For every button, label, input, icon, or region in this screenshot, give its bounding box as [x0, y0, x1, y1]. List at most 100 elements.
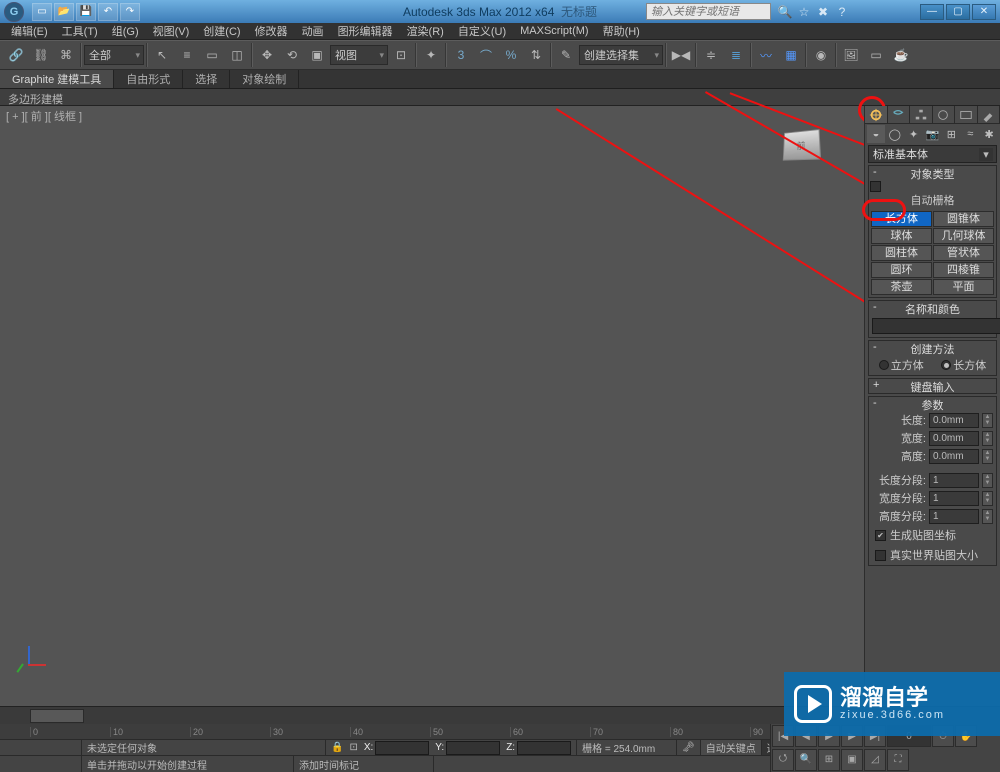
x-coord-input[interactable]: [375, 741, 429, 755]
infocenter-search-icon[interactable]: 🔍: [777, 4, 793, 20]
cat-cameras-icon[interactable]: 📷: [924, 125, 942, 143]
add-time-tag[interactable]: 添加时间标记: [294, 756, 434, 772]
qat-open-icon[interactable]: 📂: [54, 3, 74, 21]
menu-group[interactable]: 组(G): [105, 23, 146, 39]
display-tab-icon[interactable]: [955, 106, 978, 123]
graphite-tab-main[interactable]: Graphite 建模工具: [0, 70, 114, 88]
zoom-all-icon[interactable]: ⊞: [818, 749, 840, 771]
torus-button[interactable]: 圆环: [871, 262, 932, 278]
length-spinner[interactable]: 0.0mm: [929, 413, 979, 428]
cat-shapes-icon[interactable]: ◯: [886, 125, 904, 143]
material-editor-icon[interactable]: ◉: [809, 43, 833, 67]
isolate-icon[interactable]: ⊡: [349, 742, 357, 753]
link-icon[interactable]: 🔗: [4, 43, 28, 67]
move-icon[interactable]: ✥: [255, 43, 279, 67]
menu-custom[interactable]: 自定义(U): [451, 23, 513, 39]
utilities-tab-icon[interactable]: [978, 106, 1000, 123]
select-arrow-icon[interactable]: ↖: [150, 43, 174, 67]
mirror-icon[interactable]: ▶◀: [669, 43, 693, 67]
menu-create[interactable]: 创建(C): [196, 23, 247, 39]
qat-redo-icon[interactable]: ↷: [120, 3, 140, 21]
minimize-button[interactable]: —: [920, 4, 944, 20]
box-radio[interactable]: [941, 360, 951, 370]
cone-button[interactable]: 圆锥体: [933, 211, 994, 227]
cylinder-button[interactable]: 圆柱体: [871, 245, 932, 261]
qat-save-icon[interactable]: 💾: [76, 3, 96, 21]
layers-icon[interactable]: ≣: [724, 43, 748, 67]
schematic-icon[interactable]: ▦: [779, 43, 803, 67]
select-name-icon[interactable]: ≡: [175, 43, 199, 67]
edit-named-sel-icon[interactable]: ✎: [554, 43, 578, 67]
z-coord-input[interactable]: [517, 741, 571, 755]
zoom-extents-icon[interactable]: ▣: [841, 749, 863, 771]
select-region-icon[interactable]: ▭: [200, 43, 224, 67]
geosphere-button[interactable]: 几何球体: [933, 228, 994, 244]
auto-key-button[interactable]: 自动关键点: [706, 740, 756, 755]
pyramid-button[interactable]: 四棱锥: [933, 262, 994, 278]
cat-lights-icon[interactable]: ✦: [905, 125, 923, 143]
menu-render[interactable]: 渲染(R): [400, 23, 451, 39]
app-icon[interactable]: G: [4, 2, 24, 22]
fov-icon[interactable]: ◿: [864, 749, 886, 771]
curve-editor-icon[interactable]: 〰: [754, 43, 778, 67]
selection-filter-dropdown[interactable]: 全部: [84, 45, 144, 65]
height-spinner[interactable]: 0.0mm: [929, 449, 979, 464]
rollout-name-color[interactable]: -名称和颜色: [869, 301, 996, 315]
primitive-category-dropdown[interactable]: 标准基本体: [868, 145, 997, 163]
menu-tools[interactable]: 工具(T): [55, 23, 105, 39]
cat-helpers-icon[interactable]: ⊞: [942, 125, 960, 143]
angle-snap-icon[interactable]: ⌒: [474, 43, 498, 67]
qat-undo-icon[interactable]: ↶: [98, 3, 118, 21]
graphite-tab-paint[interactable]: 对象绘制: [230, 70, 299, 88]
infocenter-exchange-icon[interactable]: ✖: [815, 4, 831, 20]
sphere-button[interactable]: 球体: [871, 228, 932, 244]
box-button[interactable]: 长方体: [871, 211, 932, 227]
render-frame-icon[interactable]: ▭: [864, 43, 888, 67]
bind-icon[interactable]: ⌘: [54, 43, 78, 67]
close-button[interactable]: ✕: [972, 4, 996, 20]
object-name-input[interactable]: [872, 318, 1000, 334]
cat-systems-icon[interactable]: ✱: [980, 125, 998, 143]
rollout-create-method[interactable]: -创建方法: [869, 341, 996, 355]
cat-spacewarps-icon[interactable]: ≈: [961, 125, 979, 143]
menu-view[interactable]: 视图(V): [146, 23, 197, 39]
create-tab-icon[interactable]: [865, 106, 888, 123]
infocenter-sub-icon[interactable]: ☆: [796, 4, 812, 20]
wseg-spinner[interactable]: 1: [929, 491, 979, 506]
viewcube[interactable]: 前: [783, 129, 821, 161]
real-world-checkbox[interactable]: [875, 550, 886, 561]
snap-toggle-icon[interactable]: 3: [449, 43, 473, 67]
key-icon[interactable]: 🗝: [677, 740, 701, 755]
viewport-label[interactable]: [ + ][ 前 ][ 线框 ]: [6, 108, 82, 124]
percent-snap-icon[interactable]: %: [499, 43, 523, 67]
render-setup-icon[interactable]: 🖼: [839, 43, 863, 67]
hseg-spinner[interactable]: 1: [929, 509, 979, 524]
render-icon[interactable]: ☕: [889, 43, 913, 67]
align-icon[interactable]: ≑: [699, 43, 723, 67]
maximize-button[interactable]: ▢: [946, 4, 970, 20]
zoom-icon[interactable]: 🔍: [795, 749, 817, 771]
menu-modifier[interactable]: 修改器: [248, 23, 295, 39]
cube-radio[interactable]: [879, 360, 889, 370]
search-input[interactable]: [646, 3, 771, 20]
spinner-snap-icon[interactable]: ⇅: [524, 43, 548, 67]
rollout-params[interactable]: -参数: [869, 397, 996, 411]
ref-coord-dropdown[interactable]: 视图: [330, 45, 388, 65]
plane-button[interactable]: 平面: [933, 279, 994, 295]
window-crossing-icon[interactable]: ◫: [225, 43, 249, 67]
teapot-button[interactable]: 茶壶: [871, 279, 932, 295]
poly-model-label[interactable]: 多边形建模: [0, 89, 1000, 106]
menu-script[interactable]: MAXScript(M): [513, 25, 595, 37]
rollout-object-type[interactable]: -对象类型: [869, 166, 996, 180]
infocenter-help-icon[interactable]: ?: [834, 4, 850, 20]
menu-edit[interactable]: 编辑(E): [4, 23, 55, 39]
qat-new-icon[interactable]: ▭: [32, 3, 52, 21]
gen-map-checkbox[interactable]: [875, 530, 886, 541]
autogrid-checkbox[interactable]: [870, 181, 881, 192]
lseg-spinner[interactable]: 1: [929, 473, 979, 488]
menu-help[interactable]: 帮助(H): [596, 23, 647, 39]
modify-tab-icon[interactable]: [888, 106, 911, 123]
graphite-tab-selection[interactable]: 选择: [183, 70, 230, 88]
y-coord-input[interactable]: [446, 741, 500, 755]
pivot-icon[interactable]: ⊡: [389, 43, 413, 67]
